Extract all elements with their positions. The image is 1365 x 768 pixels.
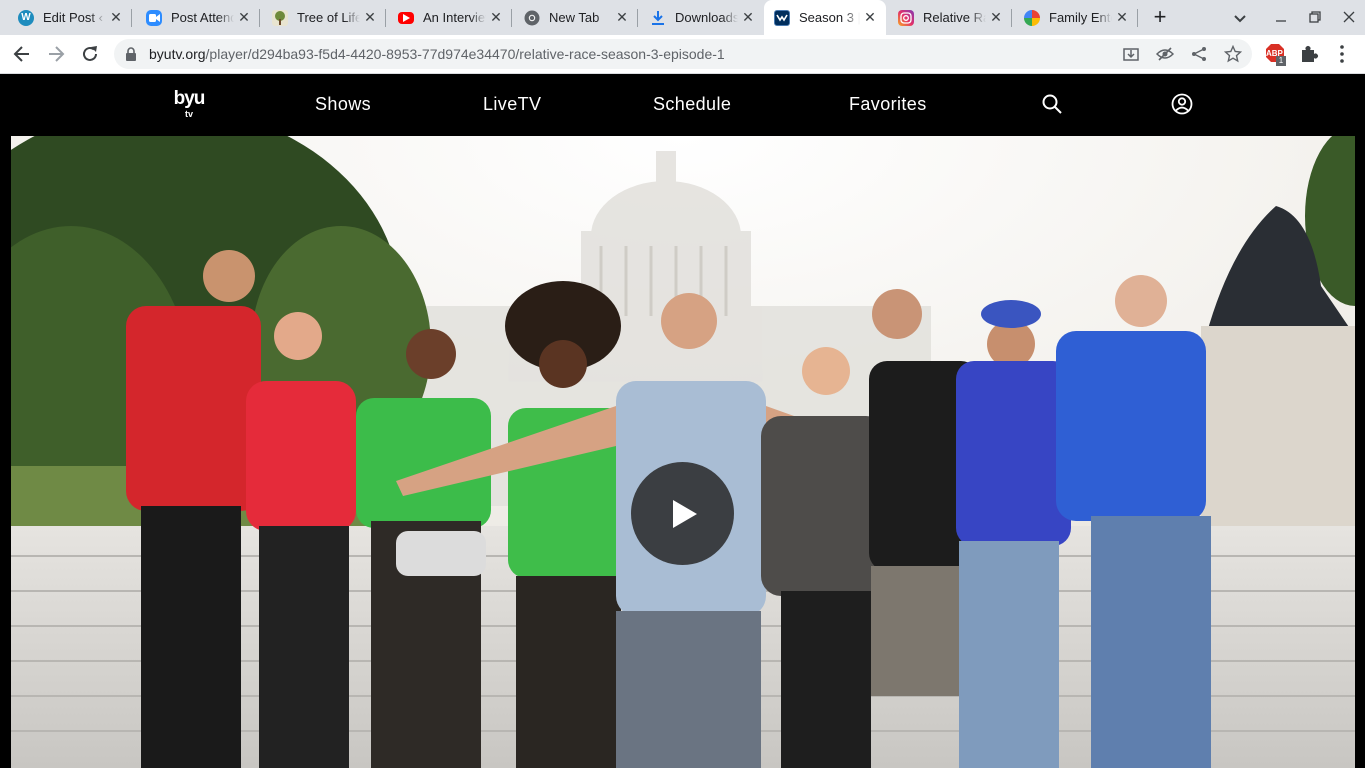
video-player[interactable] [11,136,1355,768]
lock-icon[interactable] [125,47,137,61]
install-app-icon[interactable] [1122,45,1140,63]
colorwheel-icon [1024,9,1040,26]
adblock-count: 1 [1276,56,1286,66]
site-header: byu tv Shows LiveTV Schedule Favorites [0,75,1365,136]
tab-title: Family Entertainment [1049,10,1112,25]
nav-livetv[interactable]: LiveTV [483,94,541,115]
tab-title: Edit Post ‹ [43,10,103,25]
nav-favorites[interactable]: Favorites [849,94,927,115]
window-close-icon[interactable] [1337,6,1361,28]
tab-search-chevron-icon[interactable] [1230,8,1250,28]
minimize-icon[interactable] [1269,6,1293,28]
tab-separator [259,9,260,27]
account-icon[interactable] [1171,93,1193,115]
share-icon[interactable] [1190,45,1208,63]
tab-separator [1137,9,1138,27]
adblock-extension-icon[interactable]: ABP 1 [1265,43,1287,66]
reload-icon[interactable] [78,42,102,66]
extensions-puzzle-icon[interactable] [1298,43,1320,65]
tab-new-tab[interactable]: New Tab ✕ [514,0,638,35]
chrome-icon [524,10,540,26]
tab-title: Post Attendees [171,10,234,25]
search-icon[interactable] [1041,93,1063,115]
eye-off-icon[interactable] [1155,45,1175,63]
nav-shows[interactable]: Shows [315,94,371,115]
tab-an-interview[interactable]: An Interview ✕ [388,0,512,35]
tab-title: New Tab [549,10,600,25]
url-path: /player/d294ba93-f5d4-4420-8953-77d974e3… [205,46,725,62]
episode-poster-image [11,136,1355,768]
address-bar[interactable]: byutv.org/player/d294ba93-f5d4-4420-8953… [114,39,1252,69]
new-tab-button[interactable]: + [1148,5,1172,29]
close-icon[interactable]: ✕ [106,9,126,26]
tab-title: Relative Race [923,10,986,25]
close-icon[interactable]: ✕ [612,9,632,26]
tab-separator [511,9,512,27]
logo-text-bottom: tv [184,109,193,119]
byutv-logo[interactable]: byu tv [171,89,207,123]
tab-edit-post[interactable]: W Edit Post ‹ ✕ [8,0,132,35]
url-host: byutv.org [149,46,206,62]
zoom-icon [146,9,162,26]
kebab-menu-icon[interactable] [1331,43,1353,65]
download-icon [650,10,666,26]
tab-downloads[interactable]: Downloads ✕ [640,0,764,35]
tab-season-3[interactable]: Season 3 | ✕ [764,0,886,35]
forward-arrow-icon[interactable] [44,42,68,66]
instagram-icon [898,9,914,26]
tab-title: An Interview [423,10,486,25]
tree-icon [272,9,288,26]
close-icon[interactable]: ✕ [1112,9,1132,26]
close-icon[interactable]: ✕ [738,9,758,26]
browser-toolbar: byutv.org/player/d294ba93-f5d4-4420-8953… [0,35,1365,74]
logo-text-top: byu [173,88,206,109]
tab-relative-race[interactable]: Relative Race ✕ [888,0,1012,35]
back-arrow-icon[interactable] [10,42,34,66]
tab-separator [385,9,386,27]
restore-icon[interactable] [1303,6,1327,28]
nav-schedule[interactable]: Schedule [653,94,731,115]
tab-separator [1011,9,1012,27]
tab-family-entertainment[interactable]: Family Entertainment ✕ [1014,0,1138,35]
tab-title: Season 3 | [799,10,860,25]
wordpress-icon: W [18,9,34,26]
youtube-icon [398,11,414,24]
play-icon [673,500,697,528]
tab-title: Downloads [675,10,738,25]
tab-separator [637,9,638,27]
bookmark-star-icon[interactable] [1223,44,1243,63]
tab-title: Tree of Life [297,10,360,25]
close-icon[interactable]: ✕ [486,9,506,26]
byutv-icon [774,9,790,26]
close-icon[interactable]: ✕ [986,9,1006,26]
play-button[interactable] [631,462,734,565]
tab-post-attendees[interactable]: Post Attendees ✕ [136,0,260,35]
tab-tree-of-life[interactable]: Tree of Life ✕ [262,0,386,35]
close-icon[interactable]: ✕ [360,9,380,26]
url-text[interactable]: byutv.org/player/d294ba93-f5d4-4420-8953… [149,46,725,62]
tab-separator [131,9,132,27]
close-icon[interactable]: ✕ [860,9,880,26]
close-icon[interactable]: ✕ [234,9,254,26]
browser-tab-strip: W Edit Post ‹ ✕ Post Attendees ✕ Tree of… [0,0,1365,35]
